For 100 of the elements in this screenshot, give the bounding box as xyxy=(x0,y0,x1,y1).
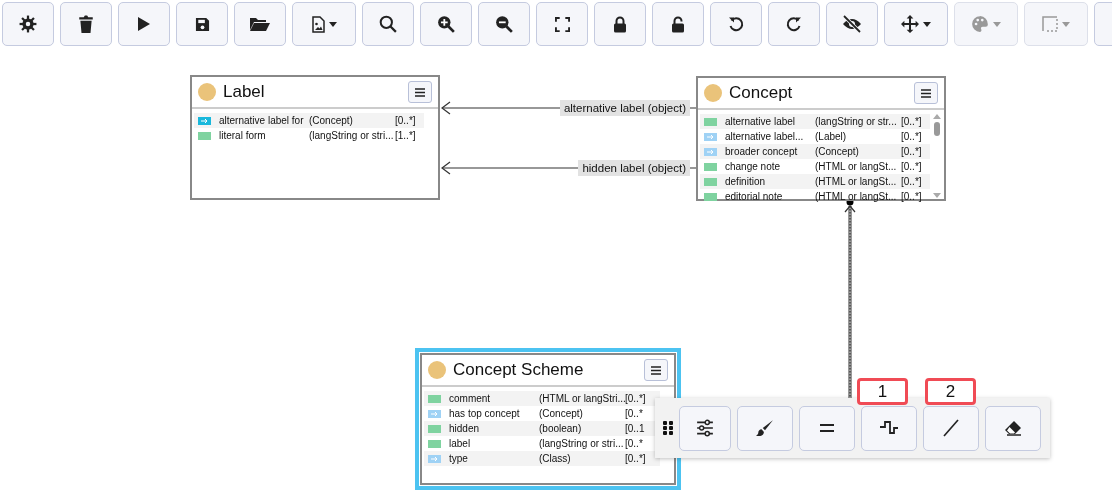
literal-property-icon xyxy=(704,177,717,186)
property-name: editorial note xyxy=(725,191,784,202)
property-name: change note xyxy=(725,161,782,172)
toolbar-button[interactable] xyxy=(799,405,855,451)
callout-label: 1 xyxy=(857,378,908,405)
save-icon xyxy=(194,16,210,32)
property-cardinality: [0..*] xyxy=(625,393,646,404)
property-cardinality: [0..*] xyxy=(395,115,416,126)
literal-property-icon xyxy=(428,439,441,448)
toolbar-button[interactable] xyxy=(536,2,588,46)
toolbar-button[interactable] xyxy=(884,2,948,46)
edge-label[interactable]: alternative label (object) xyxy=(559,100,690,116)
toolbar-button[interactable] xyxy=(710,2,762,46)
property-name: type xyxy=(449,453,469,464)
zoom-out-icon xyxy=(495,15,513,33)
move-icon xyxy=(901,15,919,33)
toolbar-button[interactable] xyxy=(292,2,356,46)
zoom-in-icon xyxy=(437,15,455,33)
class-color-dot xyxy=(198,83,216,101)
property-cardinality: [0..1 xyxy=(625,423,645,434)
palette-icon xyxy=(971,15,989,33)
property-name: hidden xyxy=(449,423,481,434)
property-name: alternative label for xyxy=(219,115,305,126)
toolbar-button[interactable] xyxy=(234,2,286,46)
connector-line[interactable] xyxy=(844,198,856,399)
straight-line-icon xyxy=(942,419,960,437)
property-cardinality: [0..*] xyxy=(625,453,646,464)
step-line-icon xyxy=(880,420,898,436)
caret-icon xyxy=(328,21,337,27)
property-type: (HTML or langSt... xyxy=(815,191,898,202)
settings-icon xyxy=(19,15,37,33)
toolbar-button[interactable] xyxy=(768,2,820,46)
toolbar-button[interactable] xyxy=(652,2,704,46)
property-cardinality: [0..*] xyxy=(901,131,922,142)
toolbar-button[interactable] xyxy=(420,2,472,46)
menu-icon xyxy=(651,365,661,375)
object-property-icon xyxy=(198,116,211,125)
property-name: has top concept xyxy=(449,408,521,419)
object-property-icon xyxy=(428,409,441,418)
node-menu-button[interactable] xyxy=(408,81,432,103)
toolbar-button[interactable] xyxy=(362,2,414,46)
toolbar-button[interactable] xyxy=(478,2,530,46)
edge-label[interactable]: hidden label (object) xyxy=(578,160,690,176)
object-property-icon xyxy=(704,132,717,141)
class-title: Label xyxy=(223,82,266,102)
dashed-square-icon xyxy=(1042,16,1058,32)
property-name: broader concept xyxy=(725,146,799,157)
property-name: literal form xyxy=(219,130,267,141)
toolbar-button[interactable] xyxy=(176,2,228,46)
node-menu-button[interactable] xyxy=(914,82,938,104)
toolbar-button[interactable] xyxy=(60,2,112,46)
property-name: alternative label xyxy=(725,116,797,127)
property-cardinality: [0..*] xyxy=(901,176,922,187)
property-cardinality: [0..* xyxy=(625,408,643,419)
property-name: label xyxy=(449,438,472,449)
drag-handle-icon[interactable] xyxy=(663,421,673,435)
toolbar-button[interactable] xyxy=(2,2,54,46)
folder-icon xyxy=(250,16,270,32)
play-icon xyxy=(137,16,151,32)
property-name: comment xyxy=(449,393,492,404)
callout-label: 2 xyxy=(925,378,976,405)
literal-property-icon xyxy=(428,424,441,433)
property-cardinality: [0..*] xyxy=(901,116,922,127)
property-type: (langString or str... xyxy=(815,116,898,127)
object-property-icon xyxy=(428,454,441,463)
literal-property-icon xyxy=(704,192,717,201)
class-title: Concept xyxy=(729,83,794,103)
fullscreen-icon xyxy=(554,16,570,32)
eye-slash-icon xyxy=(842,15,862,33)
trash-icon xyxy=(78,15,94,33)
property-type: (Concept) xyxy=(309,115,354,126)
property-type: (langString or stri... xyxy=(539,438,625,449)
class-color-dot xyxy=(428,361,446,379)
literal-property-icon xyxy=(428,394,441,403)
toolbar-button[interactable] xyxy=(826,2,878,46)
toolbar-button[interactable] xyxy=(679,405,731,451)
literal-property-icon xyxy=(704,117,717,126)
property-name: definition xyxy=(725,176,767,187)
class-color-dot xyxy=(704,84,722,102)
node-menu-button[interactable] xyxy=(644,359,668,381)
unlock-icon xyxy=(671,15,685,33)
image-file-icon xyxy=(311,15,325,33)
menu-icon xyxy=(415,87,425,97)
sliders-icon xyxy=(696,419,714,437)
property-type: (Concept) xyxy=(539,408,584,419)
property-cardinality: [1..*] xyxy=(395,130,416,141)
caret-icon xyxy=(923,21,931,27)
equals-icon xyxy=(819,423,835,433)
search-icon xyxy=(379,15,397,33)
property-type: (HTML or langSt... xyxy=(815,161,898,172)
toolbar-button[interactable] xyxy=(118,2,170,46)
toolbar-button[interactable] xyxy=(861,405,917,451)
scrollbar[interactable] xyxy=(932,112,942,200)
redo-icon xyxy=(786,16,802,32)
property-type: (langString or stri... xyxy=(309,130,395,141)
toolbar-button[interactable] xyxy=(985,405,1041,451)
caret-icon xyxy=(1062,21,1070,27)
toolbar-button[interactable] xyxy=(594,2,646,46)
caret-icon xyxy=(993,21,1001,27)
literal-property-icon xyxy=(704,162,717,171)
